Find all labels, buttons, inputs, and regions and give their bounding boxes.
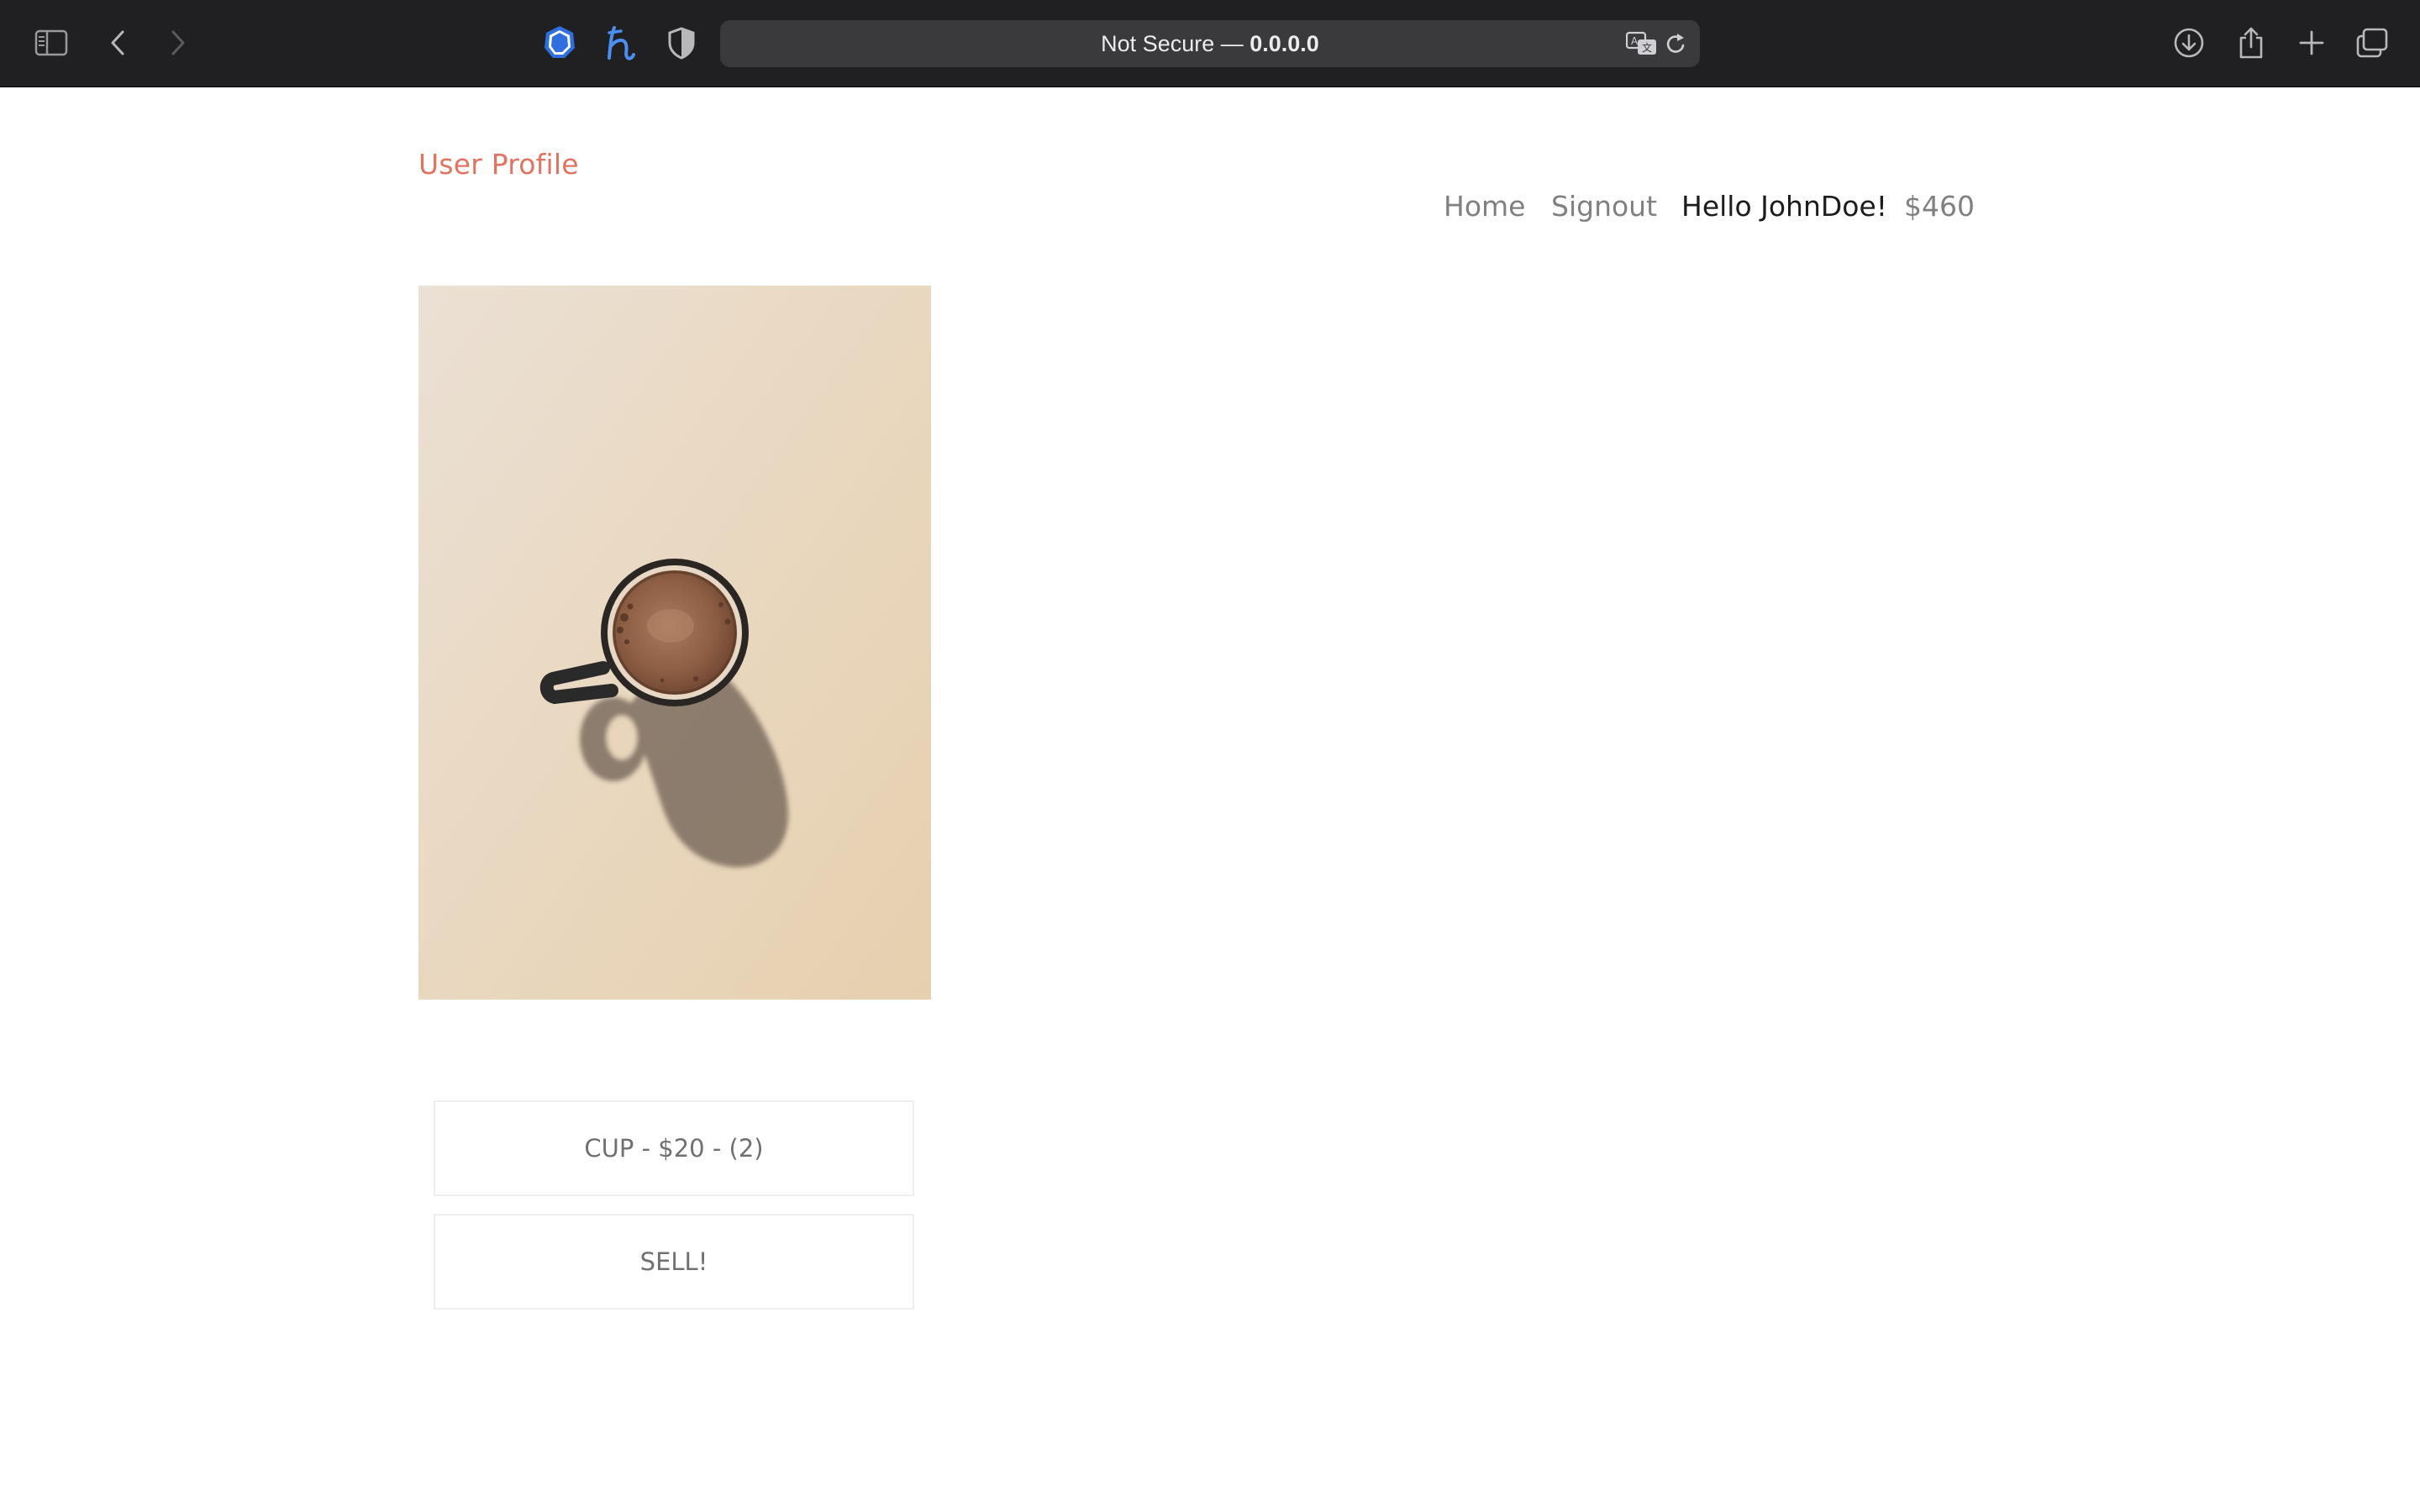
coffee-cup-photo <box>418 286 931 1000</box>
sidebar-icon[interactable] <box>30 22 72 64</box>
tab-overview-icon[interactable] <box>2351 22 2393 64</box>
url-text: Not Secure — 0.0.0.0 <box>720 20 1700 67</box>
address-bar[interactable]: Not Secure — 0.0.0.0 A 文 <box>720 20 1700 67</box>
svg-text:A: A <box>1631 35 1639 47</box>
url-host: 0.0.0.0 <box>1249 31 1319 56</box>
reload-icon[interactable] <box>1665 31 1690 56</box>
nav-balance: $460 <box>1904 190 1975 223</box>
security-label: Not Secure — <box>1101 31 1250 56</box>
product-summary: CUP - $20 - (2) <box>434 1100 914 1196</box>
sell-button[interactable]: SELL! <box>434 1214 914 1310</box>
browser-toolbar: Not Secure — 0.0.0.0 A 文 <box>0 0 2420 87</box>
translate-icon[interactable]: A 文 <box>1625 31 1656 56</box>
back-arrow-icon[interactable] <box>97 22 139 64</box>
web-page: User Profile Home Signout Hello JohnDoe!… <box>0 87 2420 1512</box>
shield-extension-icon[interactable] <box>539 22 581 64</box>
download-icon[interactable] <box>2168 22 2210 64</box>
share-icon[interactable] <box>2230 22 2272 64</box>
plus-icon[interactable] <box>2291 22 2333 64</box>
privacy-shield-icon[interactable] <box>660 22 702 64</box>
nav-signout-link[interactable]: Signout <box>1551 190 1657 223</box>
svg-text:文: 文 <box>1642 41 1652 54</box>
nav-greeting: Hello JohnDoe! <box>1681 190 1888 223</box>
nav-home-link[interactable]: Home <box>1444 190 1525 223</box>
forward-arrow-icon[interactable] <box>156 22 198 64</box>
h-extension-icon[interactable] <box>600 22 642 64</box>
site-title-link[interactable]: User Profile <box>418 148 579 181</box>
